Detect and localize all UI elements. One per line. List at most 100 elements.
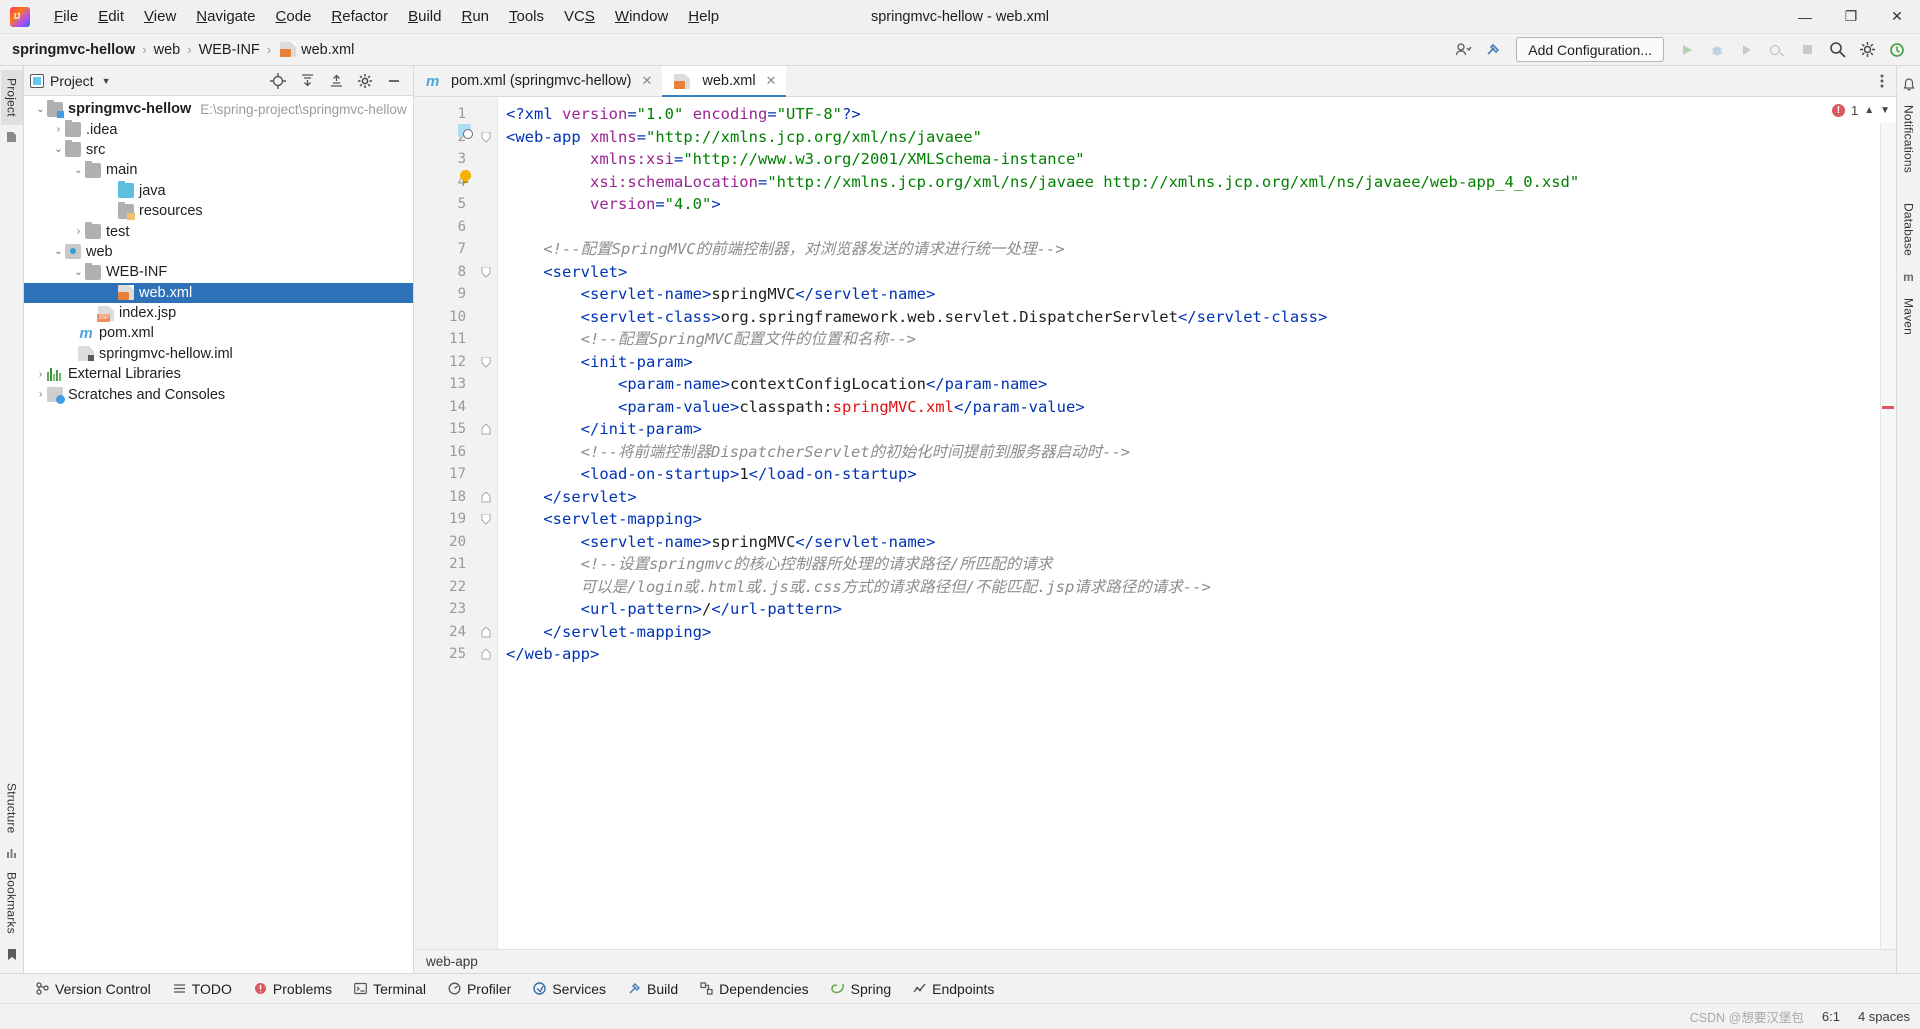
notifications-bell-icon[interactable] [1903, 78, 1915, 91]
menu-edit[interactable]: Edit [88, 4, 134, 29]
chevron-down-icon[interactable]: ⌄ [34, 104, 47, 115]
search-icon[interactable] [1824, 38, 1850, 62]
code-line[interactable]: <load-on-startup>1</load-on-startup> [506, 463, 917, 486]
tree-row-scratches[interactable]: › Scratches and Consoles [24, 384, 413, 405]
code-line[interactable]: <!--配置SpringMVC配置文件的位置和名称--> [506, 328, 916, 351]
tree-row-springmvc-hellow[interactable]: ⌄ springmvc-hellow E:\spring-project\spr… [24, 99, 413, 119]
editor-tabs-menu-icon[interactable] [1868, 66, 1896, 96]
fold-marker-icon[interactable] [481, 266, 491, 278]
sidebar-tab-maven[interactable]: Maven [1898, 290, 1920, 343]
sidebar-tab-structure[interactable]: Structure [1, 775, 23, 842]
tool-button-todo[interactable]: TODO [163, 978, 242, 1000]
close-icon[interactable]: ✕ [641, 73, 652, 89]
breadcrumb-webxml[interactable]: web.xml [301, 42, 354, 58]
tree-row-src[interactable]: ⌄ src [24, 140, 413, 160]
code-line[interactable]: </web-app> [506, 643, 599, 666]
code-line[interactable]: <param-value>classpath:springMVC.xml</pa… [506, 396, 1085, 419]
indent-setting[interactable]: 4 spaces [1858, 1009, 1910, 1024]
code-line[interactable]: <init-param> [506, 351, 693, 374]
menu-help[interactable]: Help [678, 4, 729, 29]
tree-row-pom-xml[interactable]: › m pom.xml [24, 323, 413, 343]
run-configuration-selector[interactable]: Add Configuration... [1516, 37, 1664, 62]
menu-tools[interactable]: Tools [499, 4, 554, 29]
code-line[interactable]: <!--设置springmvc的核心控制器所处理的请求路径/所匹配的请求 [506, 553, 1053, 576]
sidebar-tab-bookmarks[interactable]: Bookmarks [1, 864, 23, 942]
tree-row-web-xml[interactable]: › web.xml [24, 282, 413, 303]
code-line[interactable]: </servlet> [506, 486, 636, 509]
chevron-down-icon[interactable]: ⌄ [52, 144, 65, 155]
fold-marker-icon[interactable] [481, 626, 491, 637]
tool-button-spring[interactable]: Spring [821, 978, 901, 1000]
close-icon[interactable]: ✕ [766, 73, 777, 89]
tree-row-iml[interactable]: › springmvc-hellow.iml [24, 344, 413, 364]
code-line[interactable]: version="4.0"> [506, 193, 721, 216]
close-button[interactable]: ✕ [1874, 0, 1920, 33]
inspection-sidebar[interactable] [1880, 97, 1896, 949]
menu-code[interactable]: Code [266, 4, 322, 29]
intention-bulb-icon[interactable] [460, 170, 471, 183]
updates-icon[interactable] [1884, 38, 1910, 62]
sidebar-tab-notifications[interactable]: Notifications [1898, 97, 1920, 181]
menu-vcs[interactable]: VCS [554, 4, 605, 29]
code-line[interactable]: <servlet-mapping> [506, 508, 702, 531]
code-line[interactable]: xmlns:xsi="http://www.w3.org/2001/XMLSch… [506, 148, 1085, 171]
code-line[interactable]: </init-param> [506, 418, 702, 441]
sidebar-tab-database[interactable]: Database [1898, 195, 1920, 264]
tool-button-endpoints[interactable]: Endpoints [903, 978, 1004, 1000]
menu-file[interactable]: File [44, 4, 88, 29]
chevron-right-icon[interactable]: › [52, 124, 65, 135]
code-line[interactable]: <servlet> [506, 261, 627, 284]
locate-icon[interactable] [265, 69, 291, 93]
breadcrumb-webinf[interactable]: WEB-INF [199, 42, 260, 58]
caret-position[interactable]: 6:1 [1822, 1009, 1840, 1024]
tool-button-build[interactable]: Build [618, 978, 688, 1000]
breadcrumb-web[interactable]: web [154, 42, 181, 58]
fold-marker-icon[interactable] [481, 514, 491, 525]
fold-marker-icon[interactable] [481, 131, 491, 143]
hammer-icon[interactable] [1480, 38, 1506, 62]
profiler-icon[interactable] [1764, 38, 1790, 62]
breadcrumb-element[interactable]: web-app [426, 954, 478, 969]
stop-icon[interactable] [1794, 38, 1820, 62]
fold-marker-icon[interactable] [481, 604, 491, 614]
favorites-icon[interactable] [6, 131, 18, 143]
tool-button-terminal[interactable]: Terminal [344, 978, 436, 1000]
code-line[interactable]: <!--配置SpringMVC的前端控制器，对浏览器发送的请求进行统一处理--> [506, 238, 1064, 261]
code-line[interactable]: 可以是/login或.html或.js或.css方式的请求路径但/不能匹配.js… [506, 576, 1211, 599]
tree-row-web[interactable]: ⌄ web [24, 242, 413, 262]
editor-tab-web-xml[interactable]: web.xml ✕ [662, 66, 787, 97]
chevron-down-icon[interactable]: ⌄ [72, 267, 85, 278]
settings-gear-icon[interactable] [352, 69, 378, 93]
run-icon[interactable] [1674, 38, 1700, 62]
menu-view[interactable]: View [134, 4, 186, 29]
tool-button-version-control[interactable]: Version Control [26, 978, 161, 1000]
code-line[interactable]: <param-name>contextConfigLocation</param… [506, 373, 1047, 396]
tree-row-test[interactable]: › test [24, 221, 413, 241]
debug-icon[interactable] [1704, 38, 1730, 62]
user-settings-icon[interactable] [1450, 38, 1476, 62]
editor-tab-pom-xml[interactable]: m pom.xml (springmvc-hellow) ✕ [414, 66, 662, 96]
code-line[interactable]: <servlet-name>springMVC</servlet-name> [506, 531, 936, 554]
fold-marker-icon[interactable] [481, 491, 491, 502]
code-line[interactable]: <servlet-name>springMVC</servlet-name> [506, 283, 936, 306]
chevron-right-icon[interactable]: › [72, 226, 85, 237]
inspection-widget[interactable]: ! 1 ▲ ▼ [1776, 97, 1896, 123]
code-line[interactable]: <!--将前端控制器DispatcherServlet的初始化时间提前到服务器启… [506, 441, 1130, 464]
chevron-right-icon[interactable]: › [34, 389, 47, 400]
fold-marker-icon[interactable] [481, 356, 491, 368]
tree-row-index-jsp[interactable]: › index.jsp [24, 303, 413, 323]
code-line[interactable]: <web-app xmlns="http://xmlns.jcp.org/xml… [506, 126, 982, 149]
hide-panel-icon[interactable] [381, 69, 407, 93]
xml-schema-gutter-icon[interactable] [458, 124, 473, 139]
folding-marker-column[interactable] [458, 97, 498, 949]
code-text[interactable]: <?xml version="1.0" encoding="UTF-8"?> <w… [498, 97, 1880, 949]
main-menu[interactable]: File Edit View Navigate Code Refactor Bu… [44, 4, 729, 29]
fold-marker-icon[interactable] [481, 424, 491, 435]
tree-row-java[interactable]: › java [24, 181, 413, 201]
project-tree[interactable]: ⌄ springmvc-hellow E:\spring-project\spr… [24, 96, 413, 973]
menu-refactor[interactable]: Refactor [321, 4, 398, 29]
tree-row-idea[interactable]: › .idea [24, 119, 413, 139]
tool-button-profiler[interactable]: Profiler [438, 978, 521, 1000]
tree-row-resources[interactable]: › resources [24, 201, 413, 221]
chevron-up-icon[interactable]: ▲ [1864, 105, 1874, 116]
